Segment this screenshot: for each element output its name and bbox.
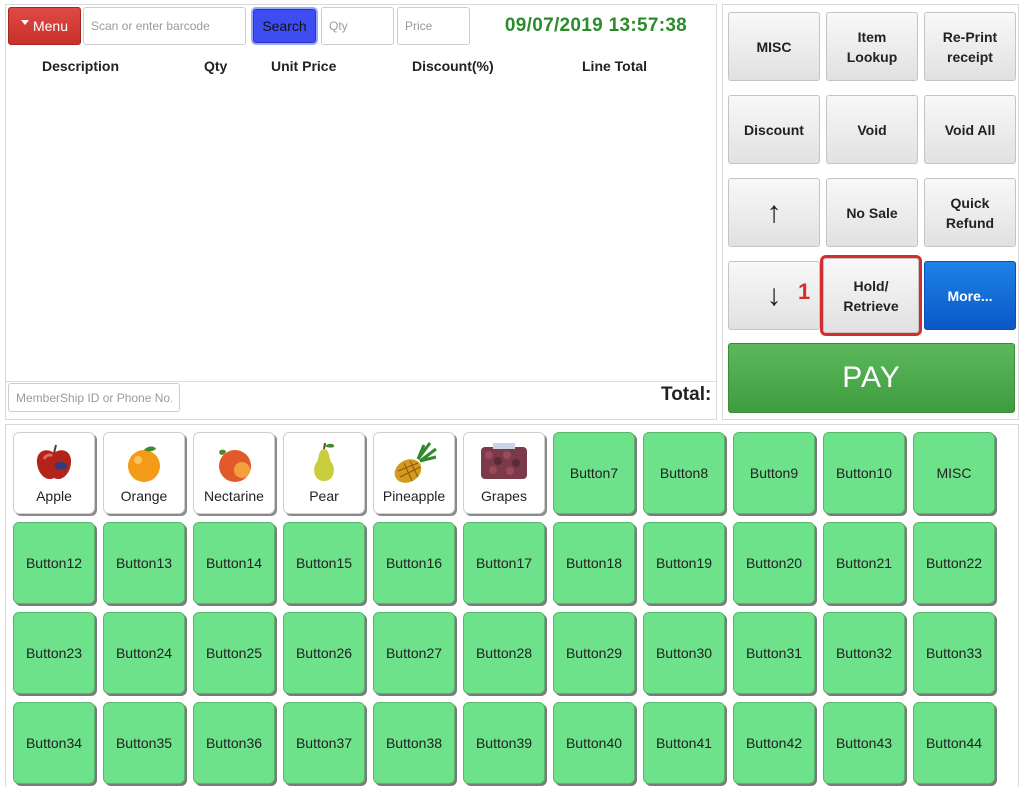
- more-button[interactable]: More...: [924, 261, 1016, 330]
- pay-button[interactable]: PAY: [728, 343, 1015, 413]
- grid-button-12[interactable]: Button12: [13, 522, 95, 604]
- order-panel: Menu Search 09/07/2019 13:57:38 Descript…: [5, 4, 717, 420]
- product-label: Nectarine: [204, 488, 264, 504]
- grid-button-20[interactable]: Button20: [733, 522, 815, 604]
- column-header-discount: Discount(%): [412, 58, 494, 74]
- pear-icon: [314, 442, 335, 481]
- table-footer-divider: [6, 381, 716, 382]
- grid-button-29[interactable]: Button29: [553, 612, 635, 694]
- arrow-up-icon: ↑: [766, 195, 782, 229]
- grid-button-27[interactable]: Button27: [373, 612, 455, 694]
- arrow-down-icon: ↓: [766, 278, 782, 312]
- grid-button-25[interactable]: Button25: [193, 612, 275, 694]
- pineapple-icon: [394, 442, 437, 483]
- grid-button-10[interactable]: Button10: [823, 432, 905, 514]
- menu-button[interactable]: Menu: [8, 7, 81, 45]
- grid-button-22[interactable]: Button22: [913, 522, 995, 604]
- item-grid: Apple Orange Nectarine Pear Pineapple Gr…: [5, 424, 1019, 787]
- quick-refund-button[interactable]: Quick Refund: [924, 178, 1016, 247]
- hold-retrieve-button[interactable]: Hold/ Retrieve: [823, 258, 919, 333]
- grid-button-31[interactable]: Button31: [733, 612, 815, 694]
- grid-button-41[interactable]: Button41: [643, 702, 725, 784]
- grid-button-43[interactable]: Button43: [823, 702, 905, 784]
- grid-button-15[interactable]: Button15: [283, 522, 365, 604]
- function-panel: MISC Item Lookup Re-Print receipt Discou…: [722, 4, 1019, 420]
- top-toolbar: Menu Search 09/07/2019 13:57:38: [6, 5, 716, 49]
- grid-button-23[interactable]: Button23: [13, 612, 95, 694]
- item-lookup-button[interactable]: Item Lookup: [826, 12, 918, 81]
- misc-button[interactable]: MISC: [728, 12, 820, 81]
- product-label: Apple: [36, 488, 72, 504]
- grid-button-34[interactable]: Button34: [13, 702, 95, 784]
- nectarine-icon: [219, 449, 251, 482]
- apple-icon: [36, 444, 72, 480]
- qty-input[interactable]: [321, 7, 394, 45]
- price-input[interactable]: [397, 7, 470, 45]
- product-label: Grapes: [481, 488, 527, 504]
- grid-button-42[interactable]: Button42: [733, 702, 815, 784]
- grid-button-44[interactable]: Button44: [913, 702, 995, 784]
- product-apple-button[interactable]: Apple: [13, 432, 95, 514]
- search-label: Search: [262, 18, 307, 34]
- grid-button-19[interactable]: Button19: [643, 522, 725, 604]
- menu-label: Menu: [32, 18, 69, 34]
- grid-button-24[interactable]: Button24: [103, 612, 185, 694]
- grid-button-36[interactable]: Button36: [193, 702, 275, 784]
- orange-icon: [128, 446, 160, 482]
- product-orange-button[interactable]: Orange: [103, 432, 185, 514]
- product-pineapple-button[interactable]: Pineapple: [373, 432, 455, 514]
- grid-button-16[interactable]: Button16: [373, 522, 455, 604]
- grid-button-39[interactable]: Button39: [463, 702, 545, 784]
- no-sale-button[interactable]: No Sale: [826, 178, 918, 247]
- grid-button-38[interactable]: Button38: [373, 702, 455, 784]
- grid-button-30[interactable]: Button30: [643, 612, 725, 694]
- membership-input[interactable]: [8, 383, 180, 412]
- grid-button-18[interactable]: Button18: [553, 522, 635, 604]
- datetime-display: 09/07/2019 13:57:38: [504, 15, 688, 36]
- grid-button-32[interactable]: Button32: [823, 612, 905, 694]
- product-nectarine-button[interactable]: Nectarine: [193, 432, 275, 514]
- product-grapes-button[interactable]: Grapes: [463, 432, 545, 514]
- column-header-unit-price: Unit Price: [271, 58, 337, 74]
- discount-button[interactable]: Discount: [728, 95, 820, 164]
- product-label: Pear: [309, 488, 339, 504]
- grid-button-13[interactable]: Button13: [103, 522, 185, 604]
- search-button[interactable]: Search: [251, 7, 318, 45]
- void-all-button[interactable]: Void All: [924, 95, 1016, 164]
- grid-button-28[interactable]: Button28: [463, 612, 545, 694]
- grid-button-7[interactable]: Button7: [553, 432, 635, 514]
- grid-button-40[interactable]: Button40: [553, 702, 635, 784]
- reprint-receipt-button[interactable]: Re-Print receipt: [924, 12, 1016, 81]
- grid-button-21[interactable]: Button21: [823, 522, 905, 604]
- grid-button-17[interactable]: Button17: [463, 522, 545, 604]
- grid-button-misc[interactable]: MISC: [913, 432, 995, 514]
- product-label: Pineapple: [382, 488, 446, 504]
- caret-down-icon: [20, 19, 29, 25]
- grid-button-9[interactable]: Button9: [733, 432, 815, 514]
- scroll-up-button[interactable]: ↑: [728, 178, 820, 247]
- total-label: Total:: [661, 384, 712, 405]
- grid-button-37[interactable]: Button37: [283, 702, 365, 784]
- void-button[interactable]: Void: [826, 95, 918, 164]
- grid-button-35[interactable]: Button35: [103, 702, 185, 784]
- column-header-qty: Qty: [204, 58, 228, 74]
- product-pear-button[interactable]: Pear: [283, 432, 365, 514]
- product-label: Orange: [120, 488, 168, 504]
- grid-button-8[interactable]: Button8: [643, 432, 725, 514]
- callout-number-badge: 1: [798, 279, 811, 304]
- column-header-line-total: Line Total: [582, 58, 648, 74]
- grapes-icon: [481, 443, 527, 479]
- grid-button-26[interactable]: Button26: [283, 612, 365, 694]
- barcode-input[interactable]: [83, 7, 246, 45]
- grid-button-33[interactable]: Button33: [913, 612, 995, 694]
- grid-button-14[interactable]: Button14: [193, 522, 275, 604]
- column-header-description: Description: [42, 58, 120, 74]
